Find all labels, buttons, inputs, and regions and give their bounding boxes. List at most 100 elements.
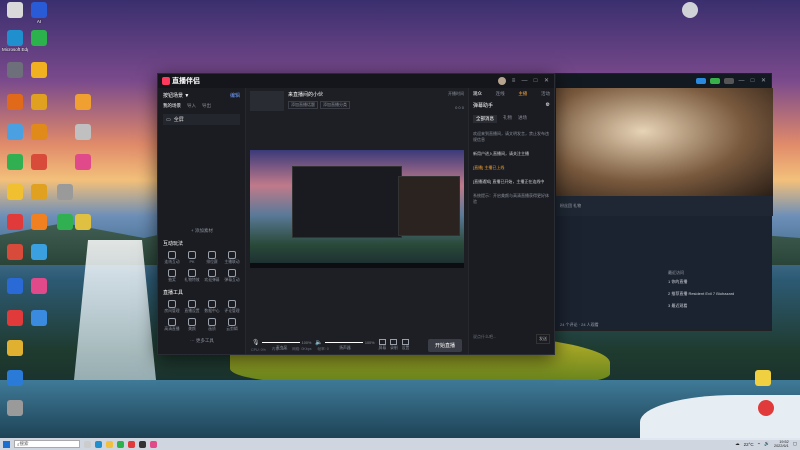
- tool-button[interactable]: 弹幕互动: [223, 269, 241, 283]
- desktop-icon[interactable]: [26, 214, 52, 231]
- settings-icon[interactable]: ⚙: [546, 102, 550, 109]
- live-companion-window[interactable]: 直播伴侣 ≡ — □ ✕ 按钮场景 ▼ 编辑 我的场景 导入 导出 ▭ 全屏 +…: [157, 73, 555, 355]
- right-subtab[interactable]: 进场: [518, 115, 527, 123]
- stream-tag[interactable]: 添加直播分类: [320, 101, 350, 109]
- app-icon[interactable]: [128, 440, 135, 448]
- desktop-icon[interactable]: [2, 214, 28, 231]
- right-tab[interactable]: 主播: [518, 91, 527, 97]
- taskbar-search[interactable]: ⌕ 搜索: [14, 440, 80, 448]
- desktop-icon[interactable]: [2, 94, 28, 111]
- tool-button[interactable]: 高清直播: [163, 318, 181, 332]
- scene-tab[interactable]: 导出: [202, 103, 211, 109]
- weather-temp[interactable]: 22°C: [744, 442, 754, 447]
- desktop-icon[interactable]: [26, 184, 52, 201]
- tool-button[interactable]: 欢迎弹幕: [203, 269, 221, 283]
- maximize-icon[interactable]: □: [749, 78, 756, 85]
- bg-side-row[interactable]: 3 最近观看: [668, 303, 768, 309]
- desktop-icon[interactable]: [52, 184, 78, 201]
- tool-button[interactable]: 主播联动: [223, 251, 241, 265]
- desktop-icon[interactable]: [2, 278, 28, 295]
- desktop-icon[interactable]: [2, 310, 28, 327]
- tool-button[interactable]: 排位赛: [203, 251, 221, 265]
- add-source-button[interactable]: + 添加素材: [158, 228, 246, 234]
- right-tab[interactable]: 连线: [496, 91, 505, 97]
- desktop-icon[interactable]: [70, 154, 96, 171]
- bg-side-row[interactable]: 1 你的直播: [668, 279, 768, 285]
- app-icon[interactable]: [139, 440, 146, 448]
- weather-icon[interactable]: ☁: [735, 441, 740, 447]
- tool-button[interactable]: 云剪辑: [223, 318, 241, 332]
- avatar[interactable]: [498, 77, 506, 85]
- desktop-icon[interactable]: [2, 154, 28, 171]
- tool-button[interactable]: 礼物特效: [183, 269, 201, 283]
- scene-tab[interactable]: 导入: [187, 103, 196, 109]
- edge-icon[interactable]: [95, 440, 102, 448]
- volume-icon[interactable]: 🔊: [764, 441, 770, 447]
- mic-slider[interactable]: [261, 342, 300, 343]
- desktop-icon[interactable]: [26, 124, 52, 141]
- desktop-icon[interactable]: [26, 244, 52, 261]
- tool-button[interactable]: 美颜: [183, 318, 201, 332]
- clock[interactable]: 19:52 2022/6/1: [774, 440, 789, 449]
- bg-pill-green[interactable]: [710, 78, 720, 84]
- start-icon[interactable]: [3, 440, 10, 448]
- stream-tag[interactable]: 添加直播话题: [288, 101, 318, 109]
- desktop-icon[interactable]: [2, 244, 28, 261]
- desktop-icon[interactable]: AI: [26, 2, 52, 24]
- stream-title[interactable]: 来直播间的小伙: [288, 91, 350, 98]
- stream-preview[interactable]: [250, 150, 464, 268]
- desktop-icon[interactable]: [2, 400, 28, 417]
- menu-icon[interactable]: ≡: [510, 78, 517, 85]
- desktop-icon-top-right[interactable]: [677, 2, 703, 18]
- tool-button[interactable]: 画质: [203, 318, 221, 332]
- app-icon[interactable]: [117, 440, 124, 448]
- bg-video-frame[interactable]: [556, 88, 773, 196]
- desktop-icon[interactable]: [70, 124, 96, 141]
- explorer-icon[interactable]: [106, 440, 113, 448]
- bg-pill-gray[interactable]: [724, 78, 734, 84]
- desktop-icon[interactable]: [26, 278, 52, 295]
- tool-button[interactable]: 抽奖: [163, 269, 181, 283]
- chat-input-hint[interactable]: 说点什么吧...: [473, 334, 496, 344]
- desktop-icon-bottom-right-2[interactable]: [753, 400, 779, 416]
- scene-edit-link[interactable]: 编辑: [230, 92, 240, 99]
- tool-button[interactable]: 连线互动: [163, 251, 181, 265]
- desktop-icon[interactable]: [70, 94, 96, 111]
- minimize-icon[interactable]: —: [521, 78, 528, 85]
- scene-tab[interactable]: 我的场景: [163, 103, 181, 109]
- tool-button[interactable]: 数据中心: [203, 300, 221, 314]
- send-button[interactable]: 发送: [536, 334, 550, 344]
- notification-icon[interactable]: ▢: [793, 441, 797, 447]
- desktop-icon[interactable]: [2, 340, 28, 357]
- right-tab[interactable]: 活动: [541, 91, 550, 97]
- desktop-icon[interactable]: [26, 154, 52, 171]
- bg-side-row[interactable]: 2 推荐直播 Resident Evil 7 Biohazard: [668, 291, 768, 297]
- desktop-icon[interactable]: [2, 2, 28, 19]
- desktop-icon-bottom-right[interactable]: [750, 370, 776, 386]
- right-tab[interactable]: 观众: [473, 91, 482, 97]
- tool-button[interactable]: 直播设置: [183, 300, 201, 314]
- desktop-icon[interactable]: [2, 184, 28, 201]
- desktop-icon[interactable]: [2, 62, 28, 79]
- desktop-icon[interactable]: [2, 124, 28, 141]
- stream-cover[interactable]: [250, 91, 284, 111]
- right-subtab[interactable]: 全部消息: [473, 115, 497, 123]
- tool-button[interactable]: 评论管理: [223, 300, 241, 314]
- background-stream-window[interactable]: — □ ✕ 粉丝团 礼物 最近访问 1 你的直播 2 推荐直播 Resident…: [555, 73, 773, 331]
- desktop-icon[interactable]: [26, 62, 52, 79]
- close-icon[interactable]: ✕: [543, 78, 550, 85]
- scene-header-title[interactable]: 按钮场景 ▼: [163, 92, 189, 99]
- desktop-icon[interactable]: Microsoft Edge: [2, 30, 28, 52]
- desktop-icon[interactable]: [2, 370, 28, 387]
- right-subtab[interactable]: 礼物: [503, 115, 512, 123]
- maximize-icon[interactable]: □: [532, 78, 539, 85]
- more-tools-button[interactable]: ··· 更多工具: [158, 338, 246, 344]
- desktop-icon[interactable]: [26, 30, 52, 47]
- bg-pill-blue[interactable]: [696, 78, 706, 84]
- close-icon[interactable]: ✕: [760, 78, 767, 85]
- scene-item[interactable]: ▭ 全屏: [163, 114, 240, 125]
- minimize-icon[interactable]: —: [738, 78, 745, 85]
- desktop-icon[interactable]: [26, 94, 52, 111]
- tool-button[interactable]: PK: [183, 251, 201, 265]
- speaker-slider[interactable]: [324, 342, 363, 343]
